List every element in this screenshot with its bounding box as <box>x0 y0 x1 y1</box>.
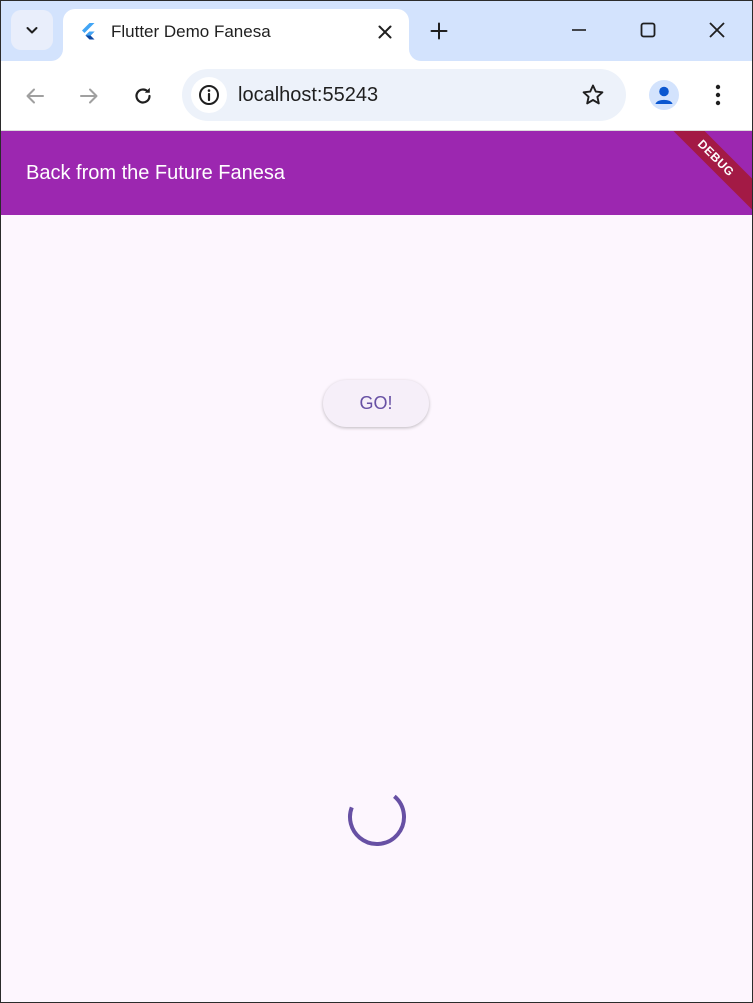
site-info-button[interactable] <box>191 77 227 113</box>
loading-spinner-icon <box>348 788 406 846</box>
new-tab-button[interactable] <box>427 19 451 43</box>
tab-title: Flutter Demo Fanesa <box>111 22 271 41</box>
person-icon <box>655 86 673 104</box>
url-text[interactable]: localhost:55243 <box>238 84 378 107</box>
close-tab-button[interactable] <box>375 22 395 42</box>
profile-button[interactable] <box>649 80 679 110</box>
reload-icon <box>135 87 151 104</box>
go-button[interactable]: GO! <box>323 380 429 427</box>
tab-search-button[interactable] <box>11 10 53 50</box>
browser-toolbar: localhost:55243 <box>1 61 752 131</box>
info-icon <box>199 85 219 105</box>
arrow-right-icon <box>80 88 98 104</box>
more-vert-icon <box>715 84 721 106</box>
close-icon <box>709 22 725 38</box>
star-icon <box>582 84 604 105</box>
minimize-icon <box>572 29 586 31</box>
close-icon <box>378 25 392 39</box>
arrow-left-icon <box>26 88 44 104</box>
tab-strip: Flutter Demo Fanesa <box>1 1 752 61</box>
bookmark-button[interactable] <box>580 82 606 108</box>
app-bar: Back from the Future Fanesa DEBUG <box>1 131 752 215</box>
app-title: Back from the Future Fanesa <box>26 162 286 184</box>
back-button[interactable] <box>21 82 49 110</box>
browser-menu-button[interactable] <box>706 81 730 109</box>
reload-button[interactable] <box>129 82 157 110</box>
plus-icon <box>430 22 448 40</box>
close-window-button[interactable] <box>702 15 732 45</box>
maximize-icon <box>640 22 656 38</box>
address-bar[interactable]: localhost:55243 <box>182 69 626 121</box>
chevron-down-icon <box>26 27 38 34</box>
app-body: GO! <box>1 215 752 1002</box>
debug-banner: DEBUG <box>655 131 752 215</box>
browser-window: Flutter Demo Fanesa localhost:55243 Back… <box>1 1 752 1002</box>
maximize-button[interactable] <box>633 15 663 45</box>
forward-button[interactable] <box>75 82 103 110</box>
active-tab[interactable]: Flutter Demo Fanesa <box>63 9 409 61</box>
flutter-logo-icon <box>82 23 95 40</box>
minimize-button[interactable] <box>564 15 594 45</box>
